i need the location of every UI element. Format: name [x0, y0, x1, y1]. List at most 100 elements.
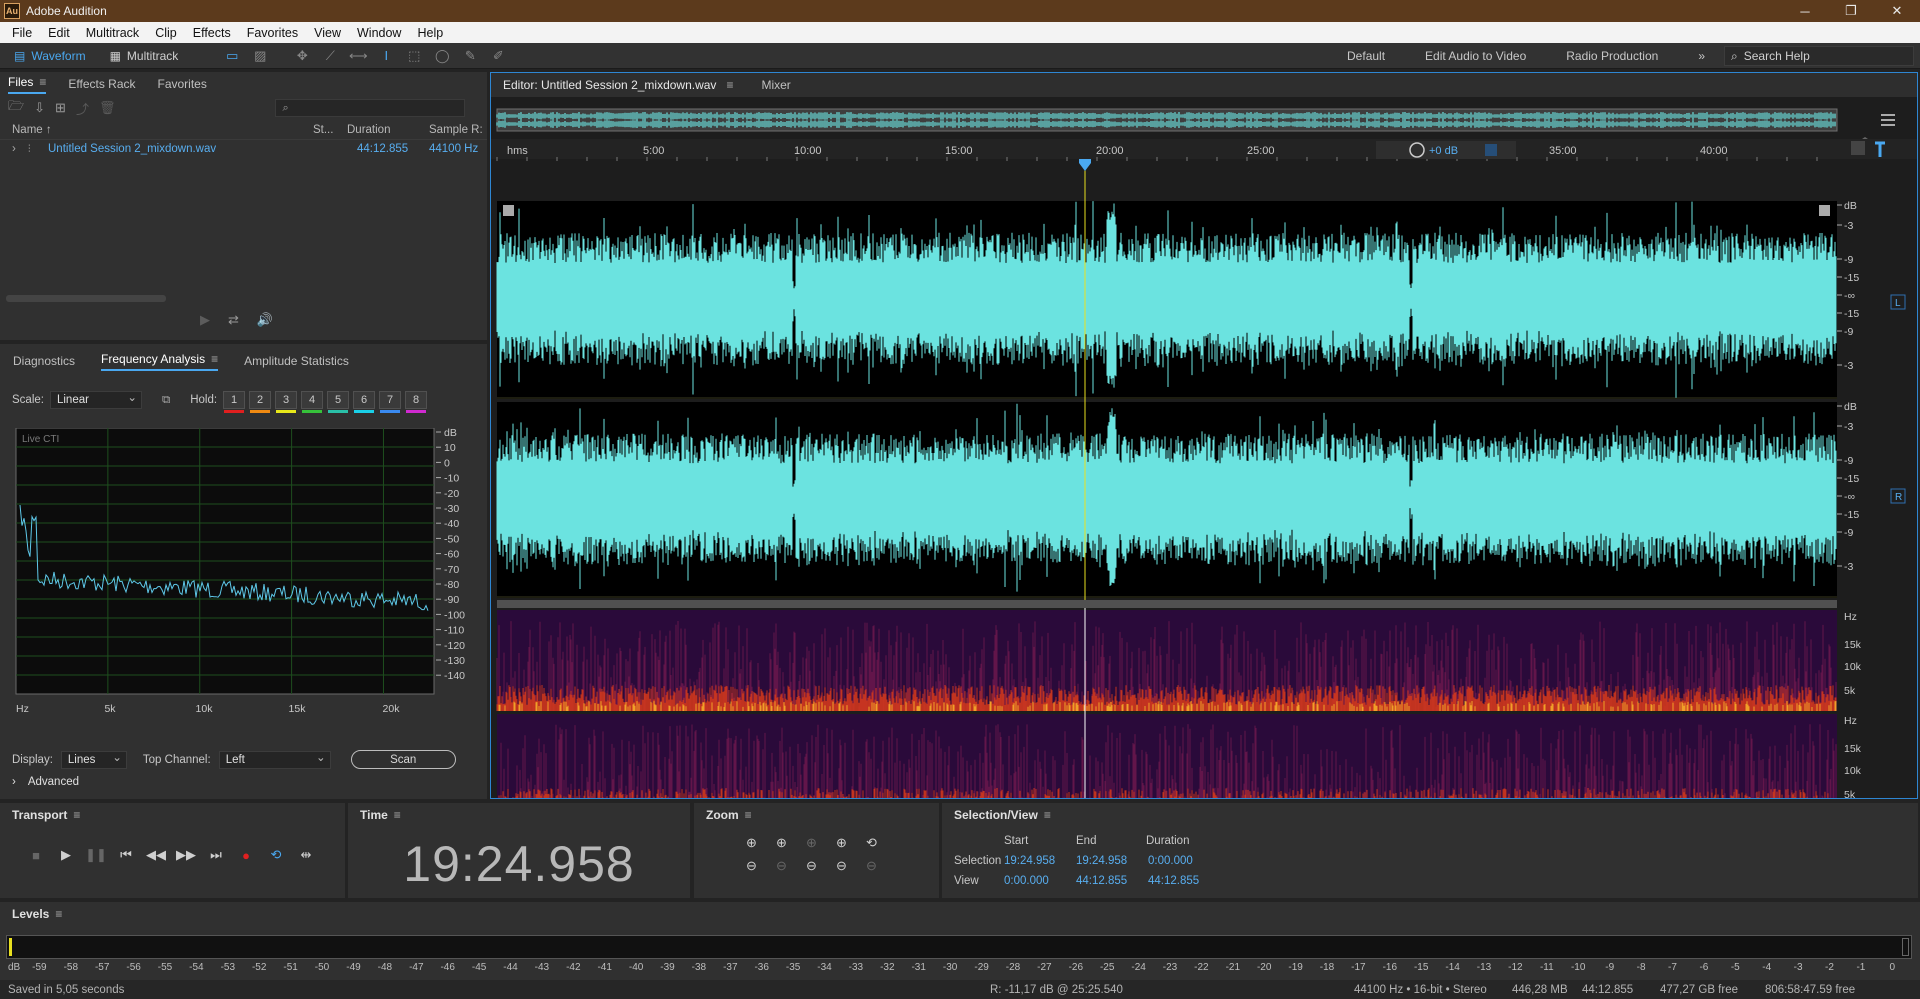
spectral-view-icon[interactable]: ▨: [251, 48, 269, 64]
multitrack-mode-button[interactable]: ▦ Multitrack: [100, 46, 189, 66]
panel-menu-icon[interactable]: ≡: [55, 907, 62, 921]
selection-end[interactable]: 19:24.958: [1076, 855, 1127, 867]
menu-effects[interactable]: Effects: [185, 26, 239, 40]
panel-menu-icon[interactable]: ≡: [73, 808, 80, 822]
close-file-icon[interactable]: 🗑: [99, 100, 116, 116]
hold-button-8[interactable]: 8: [405, 391, 428, 413]
tab-files[interactable]: Files ≡: [8, 75, 47, 94]
record-icon[interactable]: ●: [236, 845, 256, 865]
zoom-out-left-icon[interactable]: ⊖: [806, 858, 836, 874]
time-selection-tool-icon[interactable]: I: [377, 48, 395, 64]
tab-diagnostics[interactable]: Diagnostics: [13, 354, 75, 368]
hold-button-4[interactable]: 4: [301, 391, 324, 413]
panel-menu-icon[interactable]: ≡: [726, 78, 733, 92]
zoom-out-time-icon[interactable]: ⊖: [776, 858, 806, 874]
loop-icon[interactable]: ⟲: [266, 845, 286, 865]
autoplay-speaker-icon[interactable]: 🔊: [257, 312, 273, 328]
zoom-to-selection-icon[interactable]: ⟲: [866, 835, 896, 851]
clip-indicator[interactable]: [1902, 938, 1909, 956]
tab-frequency-analysis[interactable]: Frequency Analysis ≡: [101, 352, 219, 371]
editor-canvas[interactable]: hms 5:00 10:00 15:00 20:00 25:00 35:00 40:00 +0 …: [491, 97, 1917, 814]
menu-clip[interactable]: Clip: [147, 26, 185, 40]
menu-help[interactable]: Help: [409, 26, 451, 40]
zoom-in-time-icon[interactable]: ⊕: [776, 835, 806, 851]
menu-multitrack[interactable]: Multitrack: [78, 26, 147, 40]
move-tool-icon[interactable]: ✥: [293, 48, 311, 64]
menu-edit[interactable]: Edit: [40, 26, 78, 40]
close-button[interactable]: ✕: [1874, 3, 1920, 19]
top-channel-dropdown[interactable]: Left: [218, 750, 331, 769]
maximize-button[interactable]: ❐: [1828, 3, 1874, 19]
menu-view[interactable]: View: [306, 26, 349, 40]
hold-button-2[interactable]: 2: [249, 391, 272, 413]
search-help-field[interactable]: ⌕ Search Help: [1724, 46, 1914, 66]
display-dropdown[interactable]: Lines: [60, 750, 127, 769]
brush-tool-icon[interactable]: ✎: [461, 48, 479, 64]
file-row[interactable]: › ⫶ Untitled Session 2_mixdown.wav 44:12…: [0, 140, 487, 158]
tab-favorites[interactable]: Favorites: [158, 77, 207, 91]
hold-button-1[interactable]: 1: [223, 391, 246, 413]
workspace-default[interactable]: Default: [1347, 49, 1385, 63]
zoom-in-right-icon[interactable]: ⊕: [836, 835, 866, 851]
loop-preview-icon[interactable]: ⇄: [228, 312, 239, 328]
files-search-input[interactable]: ⌕: [275, 99, 466, 117]
marquee-tool-icon[interactable]: ⬚: [405, 48, 423, 64]
advanced-section[interactable]: › Advanced: [12, 776, 79, 788]
workspace-edit-audio-to-video[interactable]: Edit Audio to Video: [1425, 49, 1526, 63]
expand-chevron-icon[interactable]: ›: [0, 143, 16, 155]
pause-icon[interactable]: ❚❚: [85, 845, 107, 865]
skip-selection-icon[interactable]: ⇹: [296, 845, 316, 865]
zoom-out-amplitude-icon[interactable]: ⊖: [746, 858, 776, 874]
hold-button-5[interactable]: 5: [327, 391, 350, 413]
minimize-button[interactable]: ─: [1782, 4, 1828, 19]
waveform-view-icon[interactable]: ▭: [223, 48, 241, 64]
panel-menu-icon[interactable]: ≡: [394, 808, 401, 822]
scale-dropdown[interactable]: Linear: [49, 390, 142, 409]
hold-button-3[interactable]: 3: [275, 391, 298, 413]
menu-file[interactable]: File: [4, 26, 40, 40]
hold-button-6[interactable]: 6: [353, 391, 376, 413]
waveform-mode-button[interactable]: ▤ Waveform: [4, 46, 96, 66]
scan-button[interactable]: Scan: [350, 750, 456, 769]
go-to-start-icon[interactable]: ⏮: [116, 845, 136, 865]
fast-forward-icon[interactable]: ▶▶: [176, 845, 196, 865]
snapshot-icon[interactable]: ⧉: [162, 394, 170, 407]
col-status[interactable]: St...: [313, 124, 347, 136]
tab-editor[interactable]: Editor: Untitled Session 2_mixdown.wav ≡: [491, 73, 745, 97]
stop-icon[interactable]: ■: [26, 845, 46, 865]
tab-amplitude-statistics[interactable]: Amplitude Statistics: [244, 354, 349, 368]
view-end[interactable]: 44:12.855: [1076, 875, 1127, 887]
razor-tool-icon[interactable]: ⟋: [321, 48, 339, 64]
col-name[interactable]: Name ↑: [0, 124, 313, 136]
open-file-icon[interactable]: 🗁: [8, 97, 24, 119]
zoom-in-amplitude-icon[interactable]: ⊕: [746, 835, 776, 851]
zoom-reset-icon[interactable]: ⊖: [866, 858, 896, 874]
tab-effects-rack[interactable]: Effects Rack: [68, 77, 135, 91]
rewind-icon[interactable]: ◀◀: [146, 845, 166, 865]
view-start[interactable]: 0:00.000: [1004, 875, 1049, 887]
spot-healing-icon[interactable]: ✐: [489, 48, 507, 64]
play-preview-icon[interactable]: ▶: [200, 312, 210, 328]
zoom-in-left-icon[interactable]: ⊕: [806, 835, 836, 851]
selection-duration[interactable]: 0:00.000: [1148, 855, 1193, 867]
hold-button-7[interactable]: 7: [379, 391, 402, 413]
go-to-end-icon[interactable]: ⏭: [206, 845, 226, 865]
workspace-radio-production[interactable]: Radio Production: [1566, 49, 1658, 63]
new-file-icon[interactable]: ⊞: [55, 100, 66, 116]
time-display[interactable]: 19:24.958: [348, 835, 690, 893]
lasso-tool-icon[interactable]: ◯: [433, 48, 451, 64]
selection-start[interactable]: 19:24.958: [1004, 855, 1055, 867]
panel-menu-icon[interactable]: ≡: [211, 352, 218, 366]
menu-favorites[interactable]: Favorites: [239, 26, 306, 40]
panel-menu-icon[interactable]: ≡: [1044, 808, 1051, 822]
panel-menu-icon[interactable]: ≡: [745, 808, 752, 822]
col-sample-rate[interactable]: Sample R:: [429, 124, 487, 136]
slip-tool-icon[interactable]: ⟷: [349, 48, 368, 64]
play-icon[interactable]: ▶: [56, 845, 76, 865]
panel-menu-icon[interactable]: ≡: [39, 75, 46, 89]
insert-into-multitrack-icon[interactable]: ⤴: [76, 99, 89, 118]
view-duration[interactable]: 44:12.855: [1148, 875, 1199, 887]
more-workspaces-icon[interactable]: »: [1698, 49, 1705, 63]
zoom-out-full-icon[interactable]: ⊖: [836, 858, 866, 874]
col-duration[interactable]: Duration: [347, 124, 429, 136]
